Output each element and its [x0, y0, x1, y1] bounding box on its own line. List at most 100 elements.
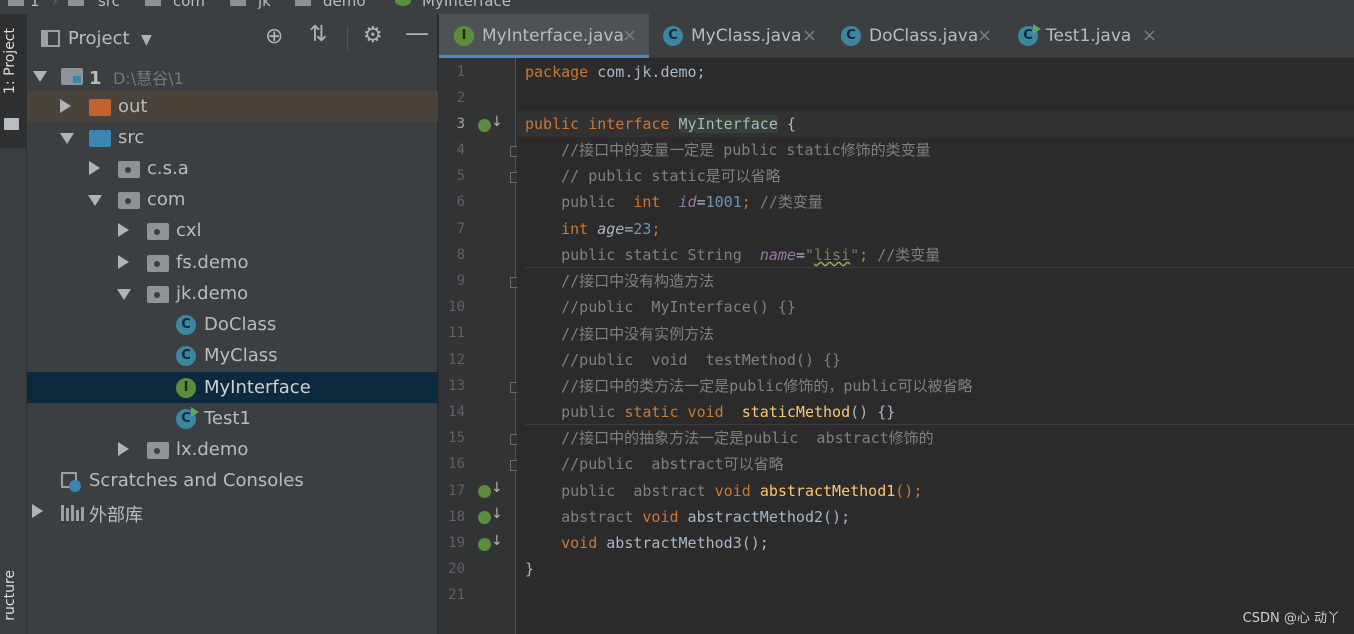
implemented-marker-icon[interactable] — [478, 480, 503, 498]
tree-item-myinterface[interactable]: I MyInterface — [27, 372, 438, 403]
tree-item-scratches[interactable]: Scratches and Consoles — [27, 465, 438, 496]
tree-item-out[interactable]: out — [27, 91, 438, 122]
code-token: { — [777, 115, 796, 133]
breadcrumb-separator-icon: › — [52, 0, 58, 10]
chevron-down-icon[interactable]: ▼ — [141, 30, 152, 50]
identifier-token: MyInterface — [678, 115, 778, 133]
breadcrumb-item[interactable]: MyInterface — [422, 0, 511, 10]
code-token: (); — [895, 482, 923, 500]
chevron-right-icon[interactable] — [118, 255, 129, 269]
chevron-right-icon[interactable] — [32, 504, 43, 518]
close-icon[interactable]: × — [622, 25, 637, 46]
code-token: public abstract — [525, 482, 715, 500]
locate-target-icon[interactable]: ⊕ — [265, 26, 283, 48]
tab-doclass-java[interactable]: C DoClass.java × — [827, 14, 1005, 58]
code-line: //public abstract可以省略 — [525, 455, 784, 473]
code-token: abstractMethod3(); — [597, 534, 769, 552]
code-line: //接口中的抽象方法一定是public abstract修饰的 — [525, 429, 934, 447]
project-panel: Project ▼ ⊕ ⇅ ⚙ — 1 D:\慧谷\1 out src c.s.… — [27, 14, 438, 634]
implemented-marker-icon[interactable] — [478, 506, 503, 524]
code-token: ; — [859, 246, 878, 264]
close-icon[interactable]: × — [977, 25, 992, 46]
breadcrumb-item[interactable]: 1 — [30, 0, 40, 10]
tab-test1-java[interactable]: C Test1.java × — [1005, 14, 1170, 58]
tree-item-label: Test1 — [204, 408, 251, 429]
line-number: 2 — [456, 90, 465, 106]
line-number: 13 — [448, 378, 465, 394]
folder-icon — [145, 0, 161, 6]
tree-item-c-s-a[interactable]: c.s.a — [27, 153, 438, 184]
editor-gutter: 1 2 3 4 5 6 7 8 9 10 11 12 13 14 15 16 1… — [439, 58, 520, 634]
code-token: ; — [741, 193, 760, 211]
tree-item-myclass[interactable]: C MyClass — [27, 340, 438, 371]
tree-item-external-libraries[interactable]: 外部库 — [27, 496, 438, 527]
tab-myinterface-java[interactable]: I MyInterface.java × — [439, 14, 649, 58]
breadcrumb-item[interactable]: com — [173, 0, 205, 10]
close-icon[interactable]: × — [1142, 25, 1157, 46]
folder-icon — [230, 0, 246, 6]
code-token: abstract — [525, 508, 643, 526]
collapse-all-icon[interactable]: ⇅ — [309, 24, 327, 46]
tree-item-label: 1 D:\慧谷\1 — [89, 65, 184, 89]
structure-tool-tab[interactable]: ructure — [2, 570, 18, 621]
tree-item-lx-demo[interactable]: lx.demo — [27, 434, 438, 465]
tree-item-label: MyClass — [204, 345, 278, 366]
keyword-token: void — [714, 482, 751, 500]
editor-tab-bar: I MyInterface.java × C MyClass.java × C … — [439, 14, 1354, 58]
chevron-down-icon[interactable] — [33, 71, 47, 82]
gear-icon[interactable]: ⚙ — [363, 25, 383, 47]
line-number: 16 — [448, 456, 465, 472]
code-token: () {} — [850, 403, 896, 421]
keyword-token: int — [633, 193, 661, 211]
chevron-down-icon[interactable] — [117, 289, 131, 300]
chevron-right-icon[interactable] — [89, 161, 100, 175]
chevron-right-icon[interactable] — [118, 442, 129, 456]
excluded-folder-icon — [89, 99, 111, 116]
code-line: public abstract void abstractMethod1(); — [525, 478, 922, 504]
code-line: public int id=1001; //类变量 — [525, 189, 823, 215]
project-tool-tab[interactable]: 1: Project — [0, 14, 27, 148]
tab-label: Test1.java — [1046, 26, 1132, 46]
code-editor[interactable]: package com.jk.demo; public interface My… — [517, 58, 1354, 634]
hide-panel-icon[interactable]: — — [405, 21, 429, 45]
implemented-marker-icon[interactable] — [478, 114, 503, 132]
folder-icon — [295, 0, 311, 6]
package-icon — [147, 255, 169, 272]
module-name: 1 — [89, 68, 102, 89]
tree-item-module-1[interactable]: 1 D:\慧谷\1 — [27, 60, 438, 91]
tree-item-com[interactable]: com — [27, 184, 438, 215]
code-token: public — [525, 193, 634, 211]
code-line: //接口中的变量一定是 public static修饰的类变量 — [525, 141, 931, 159]
number-token: 1001 — [705, 193, 742, 211]
tree-item-fs-demo[interactable]: fs.demo — [27, 247, 438, 278]
close-icon[interactable]: × — [802, 25, 817, 46]
field-token: age — [597, 220, 625, 238]
folder-icon — [68, 0, 84, 6]
chevron-right-icon[interactable] — [118, 223, 129, 237]
project-view-selector[interactable]: Project — [68, 28, 130, 49]
tree-item-test1[interactable]: C Test1 — [27, 403, 438, 434]
chevron-down-icon[interactable] — [60, 133, 74, 144]
line-number: 21 — [448, 587, 465, 603]
keyword-token: void — [642, 508, 679, 526]
module-folder-icon — [61, 68, 83, 85]
implemented-marker-icon[interactable] — [478, 533, 503, 551]
code-line: int age=23; — [525, 216, 660, 242]
line-number: 6 — [456, 194, 465, 210]
breadcrumb-item[interactable]: jk — [258, 0, 271, 10]
tree-item-src[interactable]: src — [27, 122, 438, 153]
tab-myclass-java[interactable]: C MyClass.java × — [649, 14, 827, 58]
tree-item-doclass[interactable]: C DoClass — [27, 309, 438, 340]
code-line: } — [525, 560, 535, 578]
breadcrumb-item[interactable]: src — [98, 0, 120, 10]
tree-item-cxl[interactable]: cxl — [27, 215, 438, 246]
string-token: " — [850, 246, 860, 264]
breadcrumb-item[interactable]: demo — [323, 0, 366, 10]
chevron-right-icon[interactable] — [60, 99, 71, 113]
package-icon — [118, 161, 140, 178]
tree-item-jk-demo[interactable]: jk.demo — [27, 278, 438, 309]
chevron-down-icon[interactable] — [88, 195, 102, 206]
method-token: abstractMethod1 — [759, 482, 896, 500]
tab-label: MyClass.java — [691, 26, 802, 46]
